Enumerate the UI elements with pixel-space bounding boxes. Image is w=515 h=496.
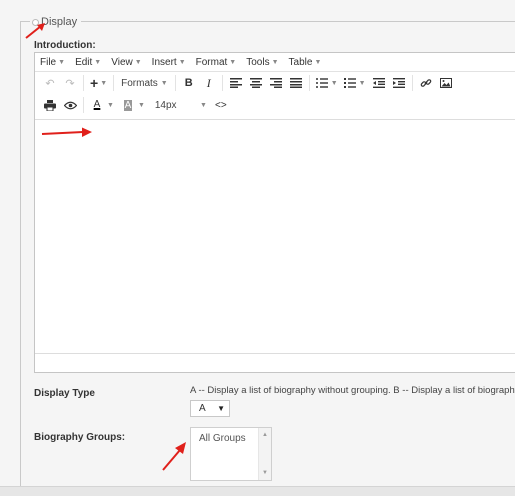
print-icon[interactable] xyxy=(40,96,60,114)
indent-icon[interactable] xyxy=(389,74,409,92)
annotation-arrow-legend xyxy=(25,23,45,39)
annotation-arrow-groups xyxy=(162,442,186,471)
chevron-down-icon: ▼ xyxy=(358,79,366,87)
chevron-down-icon: ▼ xyxy=(199,101,207,109)
toolbar-divider xyxy=(174,75,176,91)
align-center-icon[interactable] xyxy=(246,74,266,92)
menu-table-label: Table xyxy=(288,56,313,68)
formats-dropdown[interactable]: Formats ▼ xyxy=(117,78,172,89)
menu-file-label: File xyxy=(40,56,57,68)
chevron-down-icon: ▼ xyxy=(330,79,338,87)
listbox-option[interactable]: All Groups xyxy=(199,433,246,444)
menu-edit-label: Edit xyxy=(75,56,93,68)
listbox-scrollbar[interactable]: ▲ ▼ xyxy=(258,428,271,480)
toolbar-divider xyxy=(221,75,223,91)
align-justify-icon[interactable] xyxy=(286,74,306,92)
menu-file[interactable]: File ▼ xyxy=(40,57,65,68)
menu-view-label: View xyxy=(111,56,133,68)
chevron-down-icon: ▼ xyxy=(100,79,108,87)
chevron-down-icon: ▼ xyxy=(94,58,102,66)
chevron-down-icon: ▼ xyxy=(58,58,66,66)
display-type-select[interactable]: A ▼ xyxy=(190,400,230,417)
toolbar-divider xyxy=(308,75,310,91)
scroll-up-icon[interactable]: ▲ xyxy=(262,432,268,438)
link-icon[interactable] xyxy=(416,74,436,92)
align-left-icon[interactable] xyxy=(226,74,246,92)
menu-format[interactable]: Format ▼ xyxy=(196,57,237,68)
chevron-down-icon: ▼ xyxy=(271,58,279,66)
display-type-description: A -- Display a list of biography without… xyxy=(190,385,515,396)
toolbar-divider xyxy=(113,75,115,91)
editor-statusbar xyxy=(35,353,515,372)
menu-view[interactable]: View ▼ xyxy=(111,57,141,68)
toolbar-divider xyxy=(411,75,413,91)
menu-format-label: Format xyxy=(195,56,228,68)
chevron-down-icon: ▼ xyxy=(160,79,168,87)
image-icon[interactable] xyxy=(436,74,456,92)
display-type-selected-value: A xyxy=(199,403,206,414)
italic-button[interactable]: I xyxy=(199,74,219,92)
chevron-down-icon: ▼ xyxy=(229,58,237,66)
background-color-button[interactable]: A xyxy=(118,96,138,114)
menu-edit[interactable]: Edit ▼ xyxy=(75,57,101,68)
toolbar-divider xyxy=(83,97,84,113)
bullet-list-icon[interactable]: ▼ xyxy=(313,74,341,92)
chevron-down-icon[interactable]: ▼ xyxy=(138,102,145,109)
bg-color-glyph: A xyxy=(123,99,133,111)
introduction-label: Introduction: xyxy=(34,40,96,51)
display-type-label: Display Type xyxy=(34,388,95,399)
menu-tools[interactable]: Tools ▼ xyxy=(246,57,278,68)
formats-label: Formats xyxy=(121,77,158,89)
editor-content-area[interactable] xyxy=(35,119,515,353)
insert-plus-icon[interactable]: + ▼ xyxy=(87,74,110,92)
page-bottom-edge xyxy=(0,486,515,496)
text-color-button[interactable]: A xyxy=(87,96,107,114)
scroll-down-icon[interactable]: ▼ xyxy=(262,470,268,476)
menu-table[interactable]: Table ▼ xyxy=(289,57,322,68)
biography-groups-label: Biography Groups: xyxy=(34,432,126,443)
editor-menubar: File ▼ Edit ▼ View ▼ Insert ▼ Format ▼ Tools ▼… xyxy=(35,53,515,72)
bold-button[interactable]: B xyxy=(179,74,199,92)
text-color-glyph: A xyxy=(93,99,101,110)
font-size-dropdown[interactable]: 14px ▼ xyxy=(151,100,211,111)
outdent-icon[interactable] xyxy=(369,74,389,92)
biography-groups-listbox[interactable]: All Groups ▲ ▼ xyxy=(190,427,272,481)
font-size-label: 14px xyxy=(154,99,177,111)
source-code-button[interactable]: <> xyxy=(211,96,231,114)
align-right-icon[interactable] xyxy=(266,74,286,92)
editor-toolbar-row-1: ↶ ↷ + ▼ Formats ▼ B I ▼ ▼ xyxy=(35,72,515,94)
preview-eye-icon[interactable] xyxy=(60,96,80,114)
redo-icon[interactable]: ↷ xyxy=(60,74,80,92)
chevron-down-icon: ▼ xyxy=(217,404,225,413)
annotation-arrow-editor xyxy=(41,127,92,137)
chevron-down-icon: ▼ xyxy=(314,58,322,66)
chevron-down-icon: ▼ xyxy=(134,58,142,66)
editor-toolbar-row-2: A ▼ A ▼ 14px ▼ <> xyxy=(35,94,515,116)
rich-text-editor[interactable]: File ▼ Edit ▼ View ▼ Insert ▼ Format ▼ Tools ▼… xyxy=(34,52,515,373)
menu-tools-label: Tools xyxy=(246,56,270,68)
toolbar-divider xyxy=(83,75,84,91)
chevron-down-icon: ▼ xyxy=(178,58,186,66)
chevron-down-icon[interactable]: ▼ xyxy=(107,102,114,109)
undo-icon[interactable]: ↶ xyxy=(40,74,60,92)
menu-insert-label: Insert xyxy=(151,56,177,68)
numbered-list-icon[interactable]: ▼ xyxy=(341,74,369,92)
menu-insert[interactable]: Insert ▼ xyxy=(152,57,186,68)
